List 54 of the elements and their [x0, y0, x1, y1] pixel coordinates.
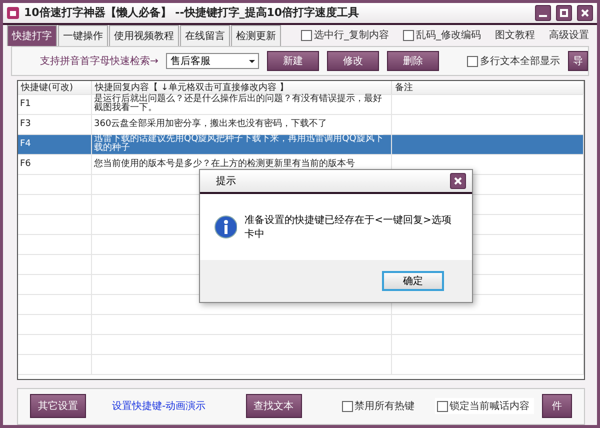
- ok-button[interactable]: 确定: [382, 271, 444, 291]
- search-combo[interactable]: 售后客服: [166, 53, 259, 70]
- column-header[interactable]: 备注: [392, 80, 584, 94]
- dialog-message: 准备设置的快捷键已经存在于<一键回复>选项卡中: [244, 214, 452, 241]
- button[interactable]: 件: [542, 394, 572, 418]
- close-button[interactable]: [577, 4, 593, 21]
- checkbox-label: 乱码_修改编码: [416, 28, 481, 42]
- table-cell: 是运行后就出问题么？还是什么操作后出的问题？有没有错误提示，最好截图我看一下。: [92, 94, 392, 114]
- toolbar-button[interactable]: 导: [568, 51, 588, 72]
- close-icon: [581, 8, 589, 17]
- tab[interactable]: 检测更新: [231, 25, 281, 46]
- checkbox[interactable]: [301, 30, 312, 41]
- find-button[interactable]: 查找文本: [246, 394, 302, 418]
- table-cell: F6: [18, 154, 92, 174]
- checkbox[interactable]: [467, 56, 478, 67]
- close-button[interactable]: [450, 173, 466, 189]
- settings-button[interactable]: 其它设置: [30, 394, 86, 418]
- minimize-button[interactable]: [535, 4, 551, 21]
- checkbox[interactable]: [403, 30, 414, 41]
- toolbar-button[interactable]: 新建: [267, 51, 319, 72]
- column-header[interactable]: 快捷回复内容【 ↓单元格双击可直接修改内容 】: [92, 80, 392, 94]
- dialog-title: 提示: [216, 175, 236, 188]
- checkbox-label: 禁用所有热键: [354, 400, 415, 414]
- tab[interactable]: 快捷打字: [7, 25, 57, 46]
- checkbox-label: 选中行_复制内容: [314, 28, 389, 42]
- window-title: 10倍速打字神器【懒人必备】 --快捷键打字_提高10倍打字速度工具: [24, 5, 360, 20]
- checkbox[interactable]: [342, 400, 353, 412]
- close-icon: [454, 177, 462, 185]
- demo-link[interactable]: 设置快捷键-动画演示: [112, 399, 206, 414]
- column-header[interactable]: 快捷键(可改): [18, 80, 92, 94]
- search-label: 支持拼音首字母快速检索→: [40, 54, 158, 68]
- table-cell: F3: [18, 114, 92, 134]
- table-row[interactable]: F4 迅雷下载的话建议先用QQ旋风把种子下载下来，再用迅雷调用QQ旋风下载的种子: [18, 134, 584, 155]
- minimize-icon: [539, 14, 547, 17]
- maximize-button[interactable]: [556, 4, 572, 21]
- maximize-icon: [560, 8, 568, 17]
- toolbar-button[interactable]: 删除: [387, 51, 439, 72]
- table-row[interactable]: F1 是运行后就出问题么？还是什么操作后出的问题？有没有错误提示，最好截图我看一下。: [18, 94, 584, 115]
- app-icon: [7, 6, 19, 19]
- table-cell: F1: [18, 94, 92, 114]
- toolbar-button[interactable]: 修改: [327, 51, 379, 72]
- table-cell: 360云盘全部采用加密分享，搬出来也没有密码，下载不了: [92, 114, 392, 134]
- checkbox[interactable]: [436, 400, 448, 412]
- tab[interactable]: 在线留言: [180, 25, 230, 46]
- table-cell: 迅雷下载的话建议先用QQ旋风把种子下载下来，再用迅雷调用QQ旋风下载的种子: [92, 134, 392, 154]
- checkbox-label: 锁定当前喊话内容: [450, 400, 530, 414]
- table-row[interactable]: F3 360云盘全部采用加密分享，搬出来也没有密码，下载不了: [18, 114, 584, 135]
- tab[interactable]: 使用视频教程: [109, 25, 179, 46]
- table-cell: F4: [18, 134, 92, 154]
- menu-link[interactable]: 图文教程: [495, 28, 535, 42]
- checkbox-label: 多行文本全部显示: [480, 54, 560, 68]
- info-icon: [214, 215, 237, 239]
- tab[interactable]: 一键操作: [58, 25, 108, 46]
- menu-link[interactable]: 高级设置: [549, 28, 589, 42]
